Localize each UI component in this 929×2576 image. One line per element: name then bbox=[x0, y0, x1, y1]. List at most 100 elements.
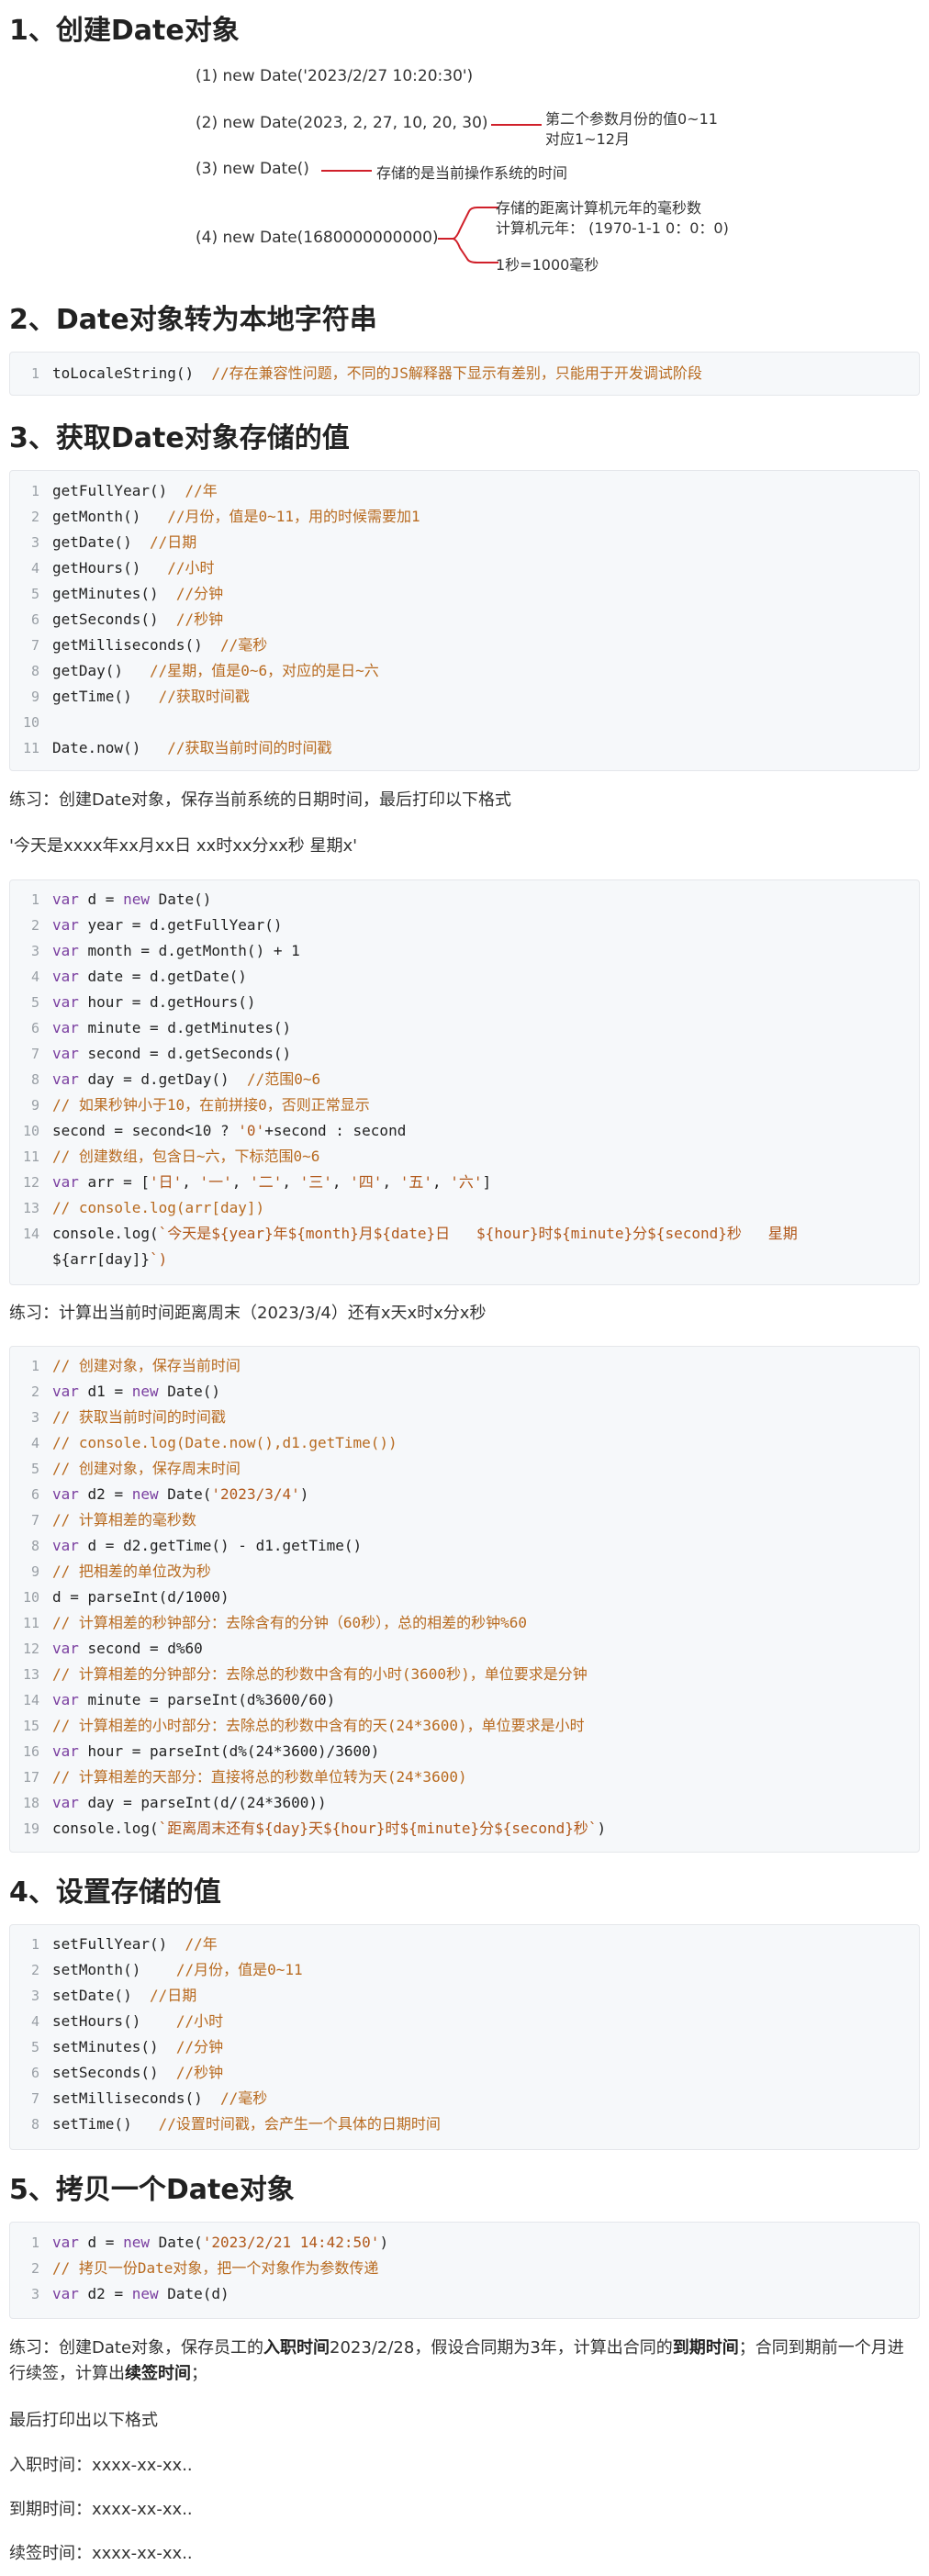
code-text: // 计算相差的分钟部分：去除总的秒数中含有的小时(3600秒)，单位要求是分钟 bbox=[52, 1665, 588, 1683]
line-number: 18 bbox=[22, 1795, 39, 1811]
line-number: 10 bbox=[22, 1589, 39, 1606]
code-text: d = parseInt(d/1000) bbox=[52, 1588, 229, 1606]
diagram-item-4-note-1: 存储的距离计算机元年的毫秒数 bbox=[496, 199, 702, 217]
output-hire-date: 入职时间：xxxx-xx-xx.. bbox=[9, 2456, 193, 2475]
line-number: 14 bbox=[22, 1226, 39, 1242]
code-line: 4 // console.log(Date.now(),d1.getTime()) bbox=[10, 1430, 919, 1456]
code-text: var year = d.getFullYear() bbox=[52, 916, 283, 934]
code-line: 2 var d1 = new Date() bbox=[10, 1379, 919, 1405]
code-text: // 创建对象，保存周末时间 bbox=[52, 1460, 241, 1477]
practice-1-format: '今天是xxxx年xx月xx日 xx时xx分xx秒 星期x' bbox=[9, 836, 358, 856]
code-line: 3 setDate() //日期 bbox=[10, 1983, 919, 2009]
code-text: var d2 = new Date(d) bbox=[52, 2285, 229, 2302]
code-line: 7 var second = d.getSeconds() bbox=[10, 1041, 919, 1067]
code-line: 11 // 计算相差的秒钟部分：去除含有的分钟（60秒），总的相差的秒钟%60 bbox=[10, 1610, 919, 1636]
code-line: 14 console.log(`今天是${year}年${month}月${dat… bbox=[10, 1221, 919, 1247]
code-line: 5 setMinutes() //分钟 bbox=[10, 2034, 919, 2060]
line-number: 11 bbox=[22, 1148, 39, 1165]
code-text: // 把相差的单位改为秒 bbox=[52, 1562, 211, 1580]
code-line: 11 // 创建数组，包含日~六，下标范围0~6 bbox=[10, 1144, 919, 1170]
line-number: 15 bbox=[22, 1718, 39, 1734]
line-number: 2 bbox=[30, 2260, 39, 2277]
code-text: var day = parseInt(d/(24*3600)) bbox=[52, 1794, 327, 1811]
practice-2-text: 练习：计算出当前时间距离周末（2023/3/4）还有x天x时x分x秒 bbox=[9, 1304, 487, 1323]
line-number: 9 bbox=[30, 689, 39, 705]
code-text: ${arr[day]}`) bbox=[52, 1250, 168, 1268]
code-text: var d2 = new Date('2023/3/4') bbox=[52, 1485, 309, 1503]
code-line: 10 d = parseInt(d/1000) bbox=[10, 1585, 919, 1610]
line-number: 3 bbox=[30, 943, 39, 959]
code-line: 7 setMilliseconds() //毫秒 bbox=[10, 2086, 919, 2111]
line-number: 5 bbox=[30, 994, 39, 1011]
line-number: 19 bbox=[22, 1820, 39, 1837]
code-text: getDay() //星期，值是0~6，对应的是日~六 bbox=[52, 662, 379, 679]
code-line: 6 var d2 = new Date('2023/3/4') bbox=[10, 1482, 919, 1507]
code-text: setMinutes() //分钟 bbox=[52, 2038, 224, 2055]
line-number: 4 bbox=[30, 2013, 39, 2030]
line-number: 4 bbox=[30, 560, 39, 577]
code-text: // 计算相差的秒钟部分：去除含有的分钟（60秒），总的相差的秒钟%60 bbox=[52, 1614, 528, 1631]
code-text: getHours() //小时 bbox=[52, 559, 215, 577]
code-text: getMilliseconds() //毫秒 bbox=[52, 636, 268, 654]
code-text: var minute = d.getMinutes() bbox=[52, 1019, 292, 1036]
code-text: // 计算相差的毫秒数 bbox=[52, 1511, 196, 1529]
code-block-setters: 1 setFullYear() //年 2 setMonth() //月份，值是0~1… bbox=[9, 1924, 920, 2150]
code-line: 17 // 计算相差的天部分：直接将总的秒数单位转为天(24*3600) bbox=[10, 1764, 919, 1790]
line-number: 8 bbox=[30, 1538, 39, 1554]
line-number: 1 bbox=[30, 891, 39, 908]
code-block-practice-1: 1 var d = new Date() 2 var year = d.getFull… bbox=[9, 879, 920, 1285]
code-line: 19 console.log(`距离周末还有${day}天${hour}时${mi… bbox=[10, 1816, 919, 1842]
diagram-item-4-note-3: 1秒=1000毫秒 bbox=[496, 256, 599, 274]
code-line: 13 // 计算相差的分钟部分：去除总的秒数中含有的小时(3600秒)，单位要求是… bbox=[10, 1662, 919, 1687]
line-number: 1 bbox=[30, 1358, 39, 1374]
line-number: 3 bbox=[30, 1409, 39, 1426]
line-number: 8 bbox=[30, 2116, 39, 2133]
code-line: 1 var d = new Date() bbox=[10, 887, 919, 913]
code-line: 1 // 创建对象，保存当前时间 bbox=[10, 1353, 919, 1379]
code-line: 8 getDay() //星期，值是0~6，对应的是日~六 bbox=[10, 658, 919, 684]
code-line: 6 getSeconds() //秒钟 bbox=[10, 607, 919, 633]
code-text: var second = d.getSeconds() bbox=[52, 1045, 292, 1062]
code-text: Date.now() //获取当前时间的时间戳 bbox=[52, 739, 332, 756]
code-text: // 拷贝一份Date对象，把一个对象作为参数传递 bbox=[52, 2259, 379, 2277]
code-text: // 创建对象，保存当前时间 bbox=[52, 1357, 241, 1374]
code-line: 1 getFullYear() //年 bbox=[10, 478, 919, 504]
line-number: 8 bbox=[30, 663, 39, 679]
code-text: setTime() //设置时间戳，会产生一个具体的日期时间 bbox=[52, 2115, 441, 2133]
diagram-item-2-note-1: 第二个参数月份的值0~11 bbox=[545, 110, 718, 128]
diagram-item-2: (2) new Date(2023, 2, 27, 10, 20, 30) bbox=[196, 114, 488, 132]
line-number: 11 bbox=[22, 740, 39, 756]
line-number: 9 bbox=[30, 1563, 39, 1580]
code-line: 2 setMonth() //月份，值是0~11 bbox=[10, 1957, 919, 1983]
code-line: 4 setHours() //小时 bbox=[10, 2009, 919, 2034]
code-line: 10 second = second<10 ? '0'+second : seco… bbox=[10, 1118, 919, 1144]
line-number: 3 bbox=[30, 2286, 39, 2302]
code-line: 5 var hour = d.getHours() bbox=[10, 990, 919, 1015]
line-number: 11 bbox=[22, 1615, 39, 1631]
code-line: 4 getHours() //小时 bbox=[10, 555, 919, 581]
code-text: // 计算相差的天部分：直接将总的秒数单位转为天(24*3600) bbox=[52, 1768, 467, 1786]
code-line: 4 var date = d.getDate() bbox=[10, 964, 919, 990]
code-text: var arr = ['日', '一', '二', '三', '四', '五',… bbox=[52, 1173, 492, 1191]
code-line: 9 // 如果秒钟小于10，在前拼接0，否则正常显示 bbox=[10, 1092, 919, 1118]
line-number: 17 bbox=[22, 1769, 39, 1786]
line-number: 5 bbox=[30, 586, 39, 602]
line-number: 1 bbox=[30, 365, 39, 382]
code-text: getMonth() //月份，值是0~11，用的时候需要加1 bbox=[52, 508, 420, 525]
code-text: setMilliseconds() //毫秒 bbox=[52, 2089, 268, 2107]
code-block-practice-2: 1 // 创建对象，保存当前时间 2 var d1 = new Date() 3 // 获… bbox=[9, 1346, 920, 1853]
line-number: 3 bbox=[30, 534, 39, 551]
line-number: 2 bbox=[30, 917, 39, 934]
code-line: 9 getTime() //获取时间戳 bbox=[10, 684, 919, 710]
practice-3-format: 最后打印出以下格式 bbox=[9, 2411, 158, 2430]
diagram-item-1: (1) new Date('2023/2/27 10:20:30') bbox=[196, 67, 474, 85]
line-number: 4 bbox=[30, 1435, 39, 1451]
code-text: // 创建数组，包含日~六，下标范围0~6 bbox=[52, 1148, 320, 1165]
diagram-item-4-note-2: 计算机元年： (1970-1-1 0：0：0) bbox=[496, 219, 729, 237]
code-line: 10 bbox=[10, 710, 919, 735]
line-number: 7 bbox=[30, 2090, 39, 2107]
code-text: console.log(`今天是${year}年${month}月${date}… bbox=[52, 1225, 798, 1242]
line-number: 7 bbox=[30, 1512, 39, 1529]
code-text: // console.log(Date.now(),d1.getTime()) bbox=[52, 1434, 397, 1451]
code-line: 5 getMinutes() //分钟 bbox=[10, 581, 919, 607]
